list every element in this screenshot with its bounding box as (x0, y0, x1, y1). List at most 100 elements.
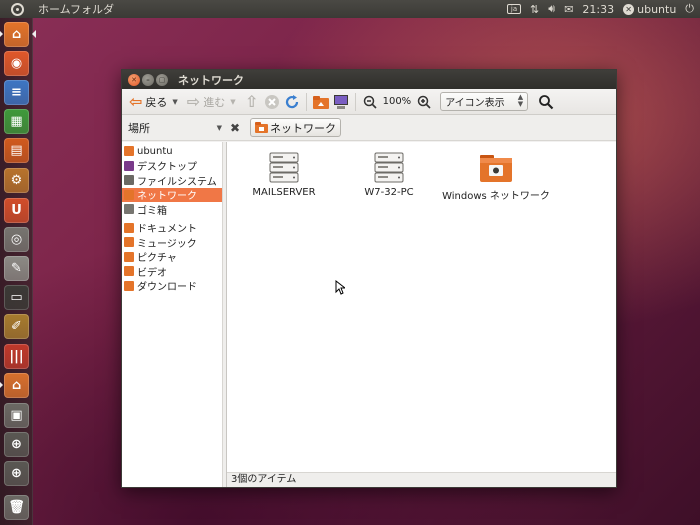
launcher-item-ubuntu-software-center[interactable]: ⚙ (4, 168, 29, 193)
sidebar-item[interactable]: ビデオ (122, 264, 222, 279)
power-icon: ⏻ (685, 2, 694, 15)
launcher-item-libreoffice-calc[interactable]: ▦ (4, 109, 29, 134)
close-window-button[interactable]: ✕ (128, 73, 140, 86)
status-bar: 3個のアイテム (227, 472, 616, 487)
user-status-icon: ✕ (623, 3, 635, 15)
clock-indicator[interactable]: 21:33 (582, 3, 614, 16)
forward-label: 進む (203, 95, 226, 109)
home-folder-icon: ⌂ (11, 27, 22, 42)
network-item[interactable]: W7-32-PC (334, 152, 444, 198)
back-history-dropdown-icon[interactable]: ▼ (172, 98, 177, 106)
up-button[interactable]: ⇧ (242, 92, 262, 112)
launcher: ⌂ ◉ ≡ ▦ ▤ ⚙ U ◎ ✎ ▭ ✐ ||| ⌂ ▣ ⊕ ⊕ 🗑︎ (0, 18, 36, 525)
zoom-in-icon (417, 95, 431, 109)
indicator-area: ja ⇅ 🔊︎ ✉ 21:33 ✕ ubuntu ⏻ (507, 0, 694, 18)
sidebar-item-label: ネットワーク (137, 191, 197, 203)
place-icon (124, 222, 134, 233)
launcher-item-color-tools[interactable]: ✐ (4, 314, 29, 339)
minimize-window-button[interactable]: – (142, 73, 154, 86)
launcher-item-home-folder[interactable]: ⌂ (4, 22, 29, 47)
libreoffice-writer-icon: ≡ (11, 85, 22, 100)
sidebar-item-label: ダウンロード (137, 282, 197, 294)
keyboard-indicator[interactable]: ja (507, 4, 522, 14)
terminal-icon: ▭ (10, 290, 23, 305)
launcher-item-workspace-switcher[interactable]: ▣ (4, 403, 29, 428)
search-button[interactable] (536, 92, 556, 112)
color-tools-icon: ✐ (11, 319, 22, 334)
sidebar-item[interactable]: ピクチャ (122, 250, 222, 264)
sidebar-item[interactable]: ミュージック (122, 235, 222, 250)
launcher-item-workspace-files[interactable]: ⌂ (4, 373, 29, 398)
sidebar-type-select[interactable]: 場所 ▼ (122, 120, 226, 136)
speaker-icon: 🔊︎ (548, 2, 556, 15)
computer-button[interactable] (331, 92, 351, 112)
icon-view: MAILSERVER W7-32-PC Windows ネットワーク (227, 142, 616, 471)
home-button[interactable] (311, 92, 331, 112)
maximize-window-button[interactable]: ▢ (156, 73, 168, 86)
launcher-item-terminal[interactable]: ▭ (4, 285, 29, 310)
sidebar-item[interactable]: ネットワーク (122, 187, 222, 203)
user-indicator[interactable]: ✕ ubuntu (623, 3, 676, 16)
status-text: 3個のアイテム (231, 474, 297, 485)
sidebar-item-label: ドキュメント (137, 224, 197, 236)
place-icon (124, 189, 134, 200)
zoom-level[interactable]: 100% (380, 96, 415, 107)
firefox-icon: ◉ (10, 56, 23, 71)
session-indicator[interactable]: ⏻ (685, 2, 694, 16)
keyboard-icon: ja (507, 4, 522, 14)
launcher-item-color-pencils[interactable]: ||| (4, 344, 29, 369)
back-button[interactable]: ⇦ 戻る (126, 91, 170, 113)
sidebar-item-label: デスクトップ (137, 162, 197, 174)
breadcrumb[interactable]: ネットワーク (250, 118, 341, 137)
launcher-item-firefox[interactable]: ◉ (4, 51, 29, 76)
mouse-pointer-icon (335, 280, 345, 295)
forward-history-dropdown-icon[interactable]: ▼ (230, 98, 235, 106)
sidebar-item[interactable]: ファイルシステム (122, 173, 222, 188)
search-icon (539, 94, 554, 109)
back-arrow-icon: ⇦ (129, 91, 143, 111)
view-mode-select[interactable]: アイコン表示 ▲ ▼ (440, 92, 529, 111)
network-item[interactable]: Windows ネットワーク (441, 152, 551, 202)
breadcrumb-label: ネットワーク (270, 121, 336, 135)
sidebar-item-label: ゴミ箱 (137, 205, 167, 217)
launcher-item-cheese-camera[interactable]: ◎ (4, 227, 29, 252)
zoom-out-button[interactable] (360, 92, 380, 112)
place-icon (124, 280, 134, 291)
sidebar-type-value: 場所 (128, 121, 150, 135)
reload-button[interactable] (282, 92, 302, 112)
chevron-down-icon: ▼ (216, 123, 222, 132)
workspace-files-icon: ⌂ (11, 378, 22, 393)
launcher-item-trash[interactable]: 🗑︎ (4, 495, 29, 520)
launcher-item-search-a[interactable]: ⊕ (4, 432, 29, 457)
sidebar-item[interactable]: ダウンロード (122, 279, 222, 294)
launcher-item-search-b[interactable]: ⊕ (4, 461, 29, 486)
zoom-in-button[interactable] (414, 92, 434, 112)
network-item[interactable]: MAILSERVER (229, 152, 339, 198)
launcher-item-libreoffice-impress[interactable]: ▤ (4, 138, 29, 163)
content-area: ubuntu デスクトップファイルシステム ネットワーク ゴミ箱ドキュメント ミュージッ… (122, 142, 616, 487)
running-indicator (0, 382, 3, 388)
sidebar-item[interactable]: ゴミ箱 (122, 202, 222, 217)
sidebar-item[interactable]: デスクトップ (122, 159, 222, 174)
messaging-indicator[interactable]: ✉ (564, 3, 573, 16)
file-view[interactable]: MAILSERVER W7-32-PC Windows ネットワーク 3個のアイテム (227, 142, 616, 487)
network-indicator[interactable]: ⇅ (530, 3, 539, 16)
sidebar-item[interactable]: ドキュメント (122, 221, 222, 236)
close-sidebar-icon[interactable]: ✖ (226, 121, 244, 135)
forward-button[interactable]: ⇨ 進む (184, 91, 228, 113)
place-icon (124, 266, 134, 277)
sidebar-item-label: ファイルシステム (137, 176, 217, 188)
view-mode-value: アイコン表示 (445, 98, 505, 109)
window-titlebar[interactable]: ✕ – ▢ ネットワーク (122, 70, 616, 89)
launcher-item-text-editor[interactable]: ✎ (4, 256, 29, 281)
updown-icon: ▲ ▼ (517, 93, 524, 108)
launcher-item-libreoffice-writer[interactable]: ≡ (4, 80, 29, 105)
back-label: 戻る (145, 95, 168, 109)
stop-button[interactable] (262, 92, 282, 112)
place-icon (124, 146, 134, 157)
search-a-icon: ⊕ (11, 437, 22, 452)
dash-button[interactable] (0, 0, 34, 18)
sound-indicator[interactable]: 🔊︎ (548, 2, 555, 16)
launcher-item-ubuntu-one[interactable]: U (4, 198, 29, 223)
sidebar-item[interactable]: ubuntu (122, 144, 222, 159)
